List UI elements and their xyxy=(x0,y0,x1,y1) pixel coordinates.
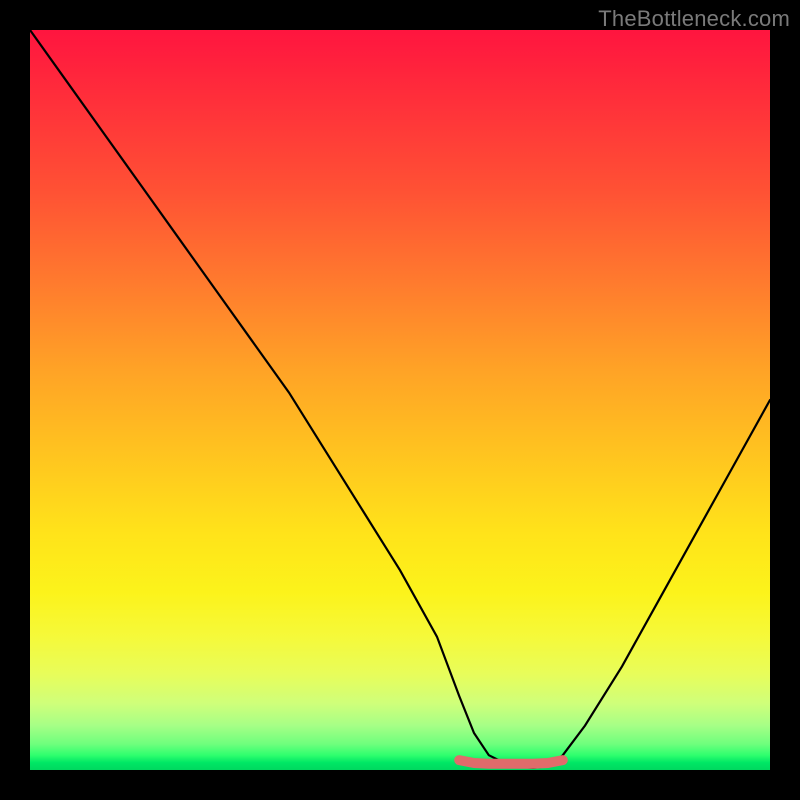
curve-layer xyxy=(30,30,770,770)
bottleneck-curve xyxy=(30,30,770,768)
optimal-range-marker xyxy=(459,760,563,764)
chart-container: TheBottleneck.com xyxy=(0,0,800,800)
watermark-text: TheBottleneck.com xyxy=(598,6,790,32)
plot-area xyxy=(30,30,770,770)
